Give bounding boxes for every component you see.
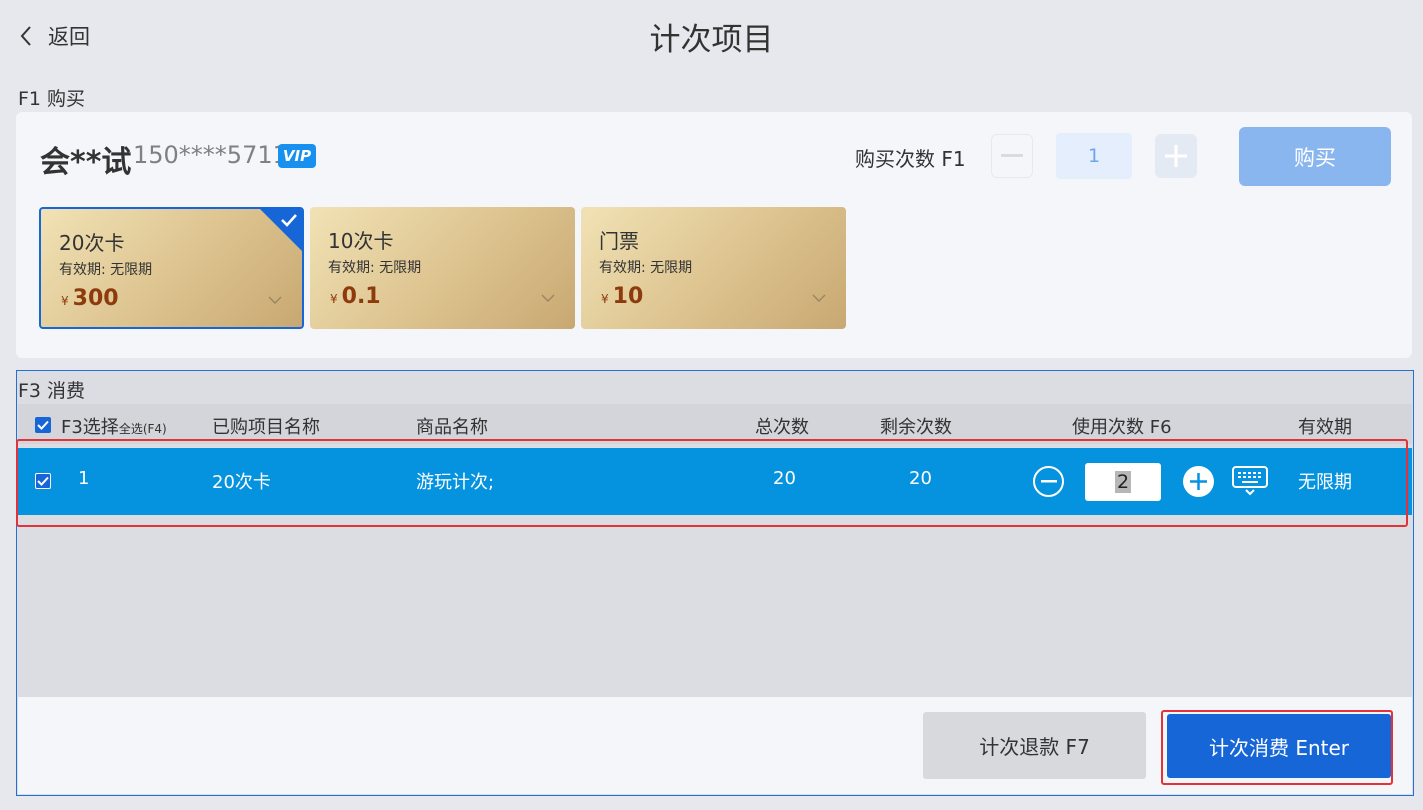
package-card-ticket[interactable]: 门票 有效期: 无限期 ¥10 [581,207,846,329]
page-title: 计次项目 [649,22,774,58]
purchase-increment-button[interactable] [1155,134,1197,178]
card-price: ¥10 [601,284,644,309]
card-price: ¥0.1 [330,284,381,309]
chevron-down-icon[interactable] [541,293,555,303]
column-header-project: 已购项目名称 [212,417,320,438]
select-all-checkbox[interactable] [35,417,51,433]
card-name: 10次卡 [328,229,394,253]
vip-badge: VIP [278,144,316,168]
card-price: ¥300 [61,286,119,311]
purchase-count-input[interactable]: 1 [1056,133,1132,179]
column-header-select: F3选择全选(F4) [61,417,167,438]
card-validity: 有效期: 无限期 [599,260,693,276]
column-header-remaining: 剩余次数 [880,417,952,438]
package-card-10[interactable]: 10次卡 有效期: 无限期 ¥0.1 [310,207,575,329]
member-phone: 150****5711 [133,141,288,169]
purchase-section-label: F1 购买 [18,88,86,110]
refund-button[interactable]: 计次退款 F7 [923,712,1146,779]
column-header-product: 商品名称 [416,417,488,438]
select-all-label[interactable]: 全选(F4) [119,422,167,436]
consume-button[interactable]: 计次消费 Enter [1167,714,1391,778]
check-icon [37,420,49,430]
card-validity: 有效期: 无限期 [59,262,153,278]
check-icon [281,214,297,227]
card-validity: 有效期: 无限期 [328,260,422,276]
column-header-use-count: 使用次数 F6 [1072,417,1172,438]
chevron-down-icon[interactable] [268,295,282,305]
card-name: 门票 [599,229,639,253]
chevron-down-icon[interactable] [812,293,826,303]
buy-button[interactable]: 购买 [1239,127,1391,186]
plus-icon [1165,145,1187,167]
purchase-decrement-button[interactable] [991,134,1033,178]
package-card-20[interactable]: 20次卡 有效期: 无限期 ¥300 [39,207,304,329]
card-name: 20次卡 [59,231,125,255]
purchase-count-label: 购买次数 F1 [855,147,966,171]
minus-icon [1001,154,1023,157]
row-highlight-frame [16,439,1408,527]
consume-section-label: F3 消费 [18,380,86,402]
column-header-validity: 有效期 [1298,417,1352,438]
column-header-total: 总次数 [755,417,809,438]
member-name: 会**试 [40,145,132,180]
